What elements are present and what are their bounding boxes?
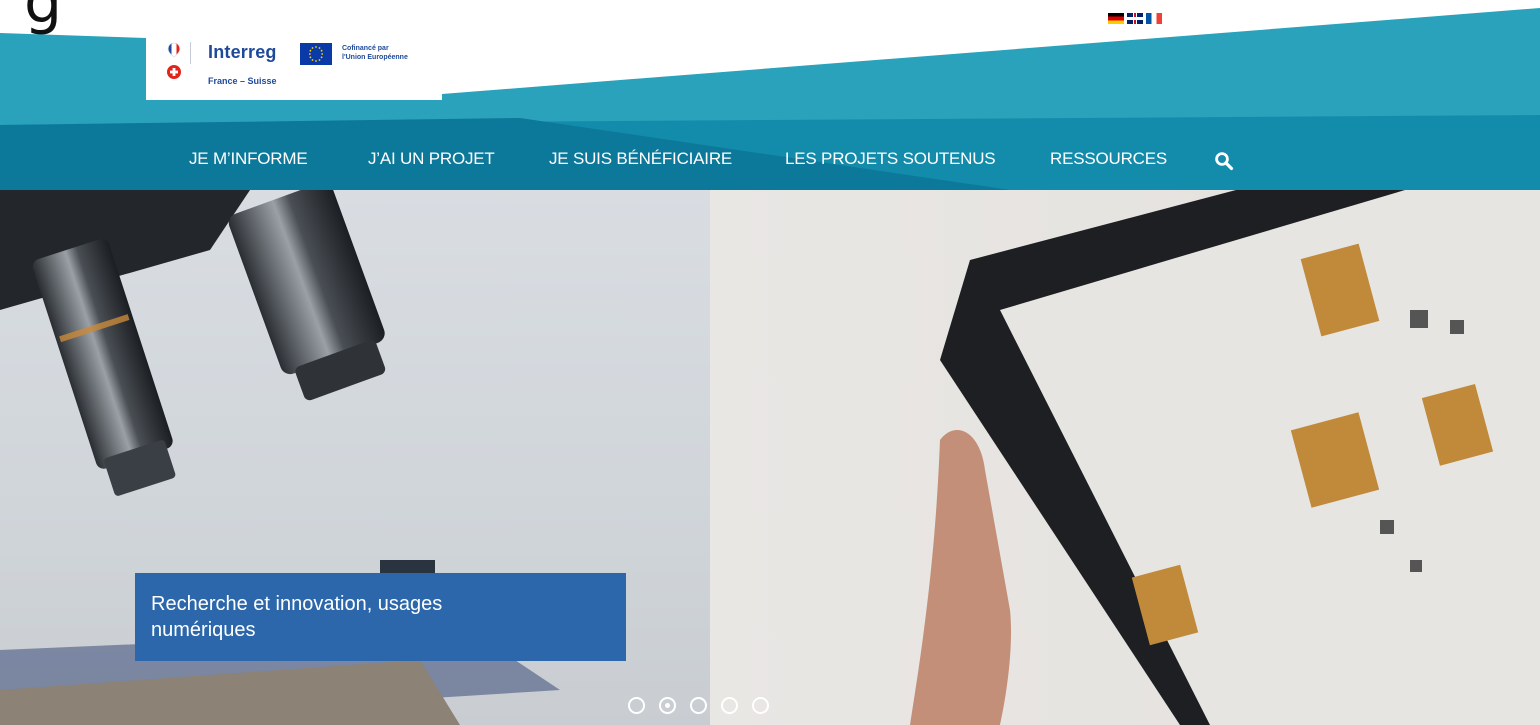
nav-item-les-projets-soutenus[interactable]: LES PROJETS SOUTENUS <box>785 146 996 172</box>
slide-caption-text: Recherche et innovation, usages numériqu… <box>151 593 443 641</box>
slide-dot-5[interactable] <box>752 697 769 714</box>
nav-item-j-ai-un-projet[interactable]: J’AI UN PROJET <box>368 146 495 172</box>
eu-cofinancing-text: Cofinancé par l'Union Européenne <box>342 44 408 62</box>
slide-dot-4[interactable] <box>721 697 738 714</box>
nav-item-je-suis-beneficiaire[interactable]: JE SUIS BÉNÉFICIAIRE <box>549 146 732 172</box>
uk-flag-icon[interactable] <box>1127 13 1143 24</box>
switzerland-pin-icon <box>167 65 181 79</box>
hero-slider[interactable]: Recherche et innovation, usages numériqu… <box>0 190 1540 725</box>
search-icon[interactable] <box>1214 151 1234 171</box>
tablet-illustration <box>910 190 1540 725</box>
logo-subtitle: France – Suisse <box>208 76 277 86</box>
site-logo[interactable]: Interreg Cofinancé par l'Union Européenn… <box>146 38 442 100</box>
hero-image-tablet <box>710 190 1540 725</box>
slide-caption[interactable]: Recherche et innovation, usages numériqu… <box>135 573 626 661</box>
eu-line-2: l'Union Européenne <box>342 54 408 61</box>
slide-dot-2[interactable] <box>659 697 676 714</box>
france-pin-icon <box>167 42 181 58</box>
slider-pagination <box>628 697 769 714</box>
nav-item-ressources[interactable]: RESSOURCES <box>1050 146 1167 172</box>
slide-dot-3[interactable] <box>690 697 707 714</box>
eu-line-1: Cofinancé par <box>342 45 389 52</box>
logo-divider <box>190 42 191 64</box>
german-flag-icon[interactable] <box>1108 13 1124 24</box>
language-switcher <box>1108 13 1162 24</box>
page: g Interreg Cofinancé par l'Union Europée… <box>0 0 1540 725</box>
nav-item-je-m-informe[interactable]: JE M’INFORME <box>189 146 308 172</box>
interreg-wordmark: Interreg <box>208 42 277 62</box>
slide-dot-1[interactable] <box>628 697 645 714</box>
french-flag-icon[interactable] <box>1146 13 1162 24</box>
eu-flag-icon <box>300 43 332 65</box>
main-navigation: JE M’INFORME J’AI UN PROJET JE SUIS BÉNÉ… <box>0 146 1540 176</box>
